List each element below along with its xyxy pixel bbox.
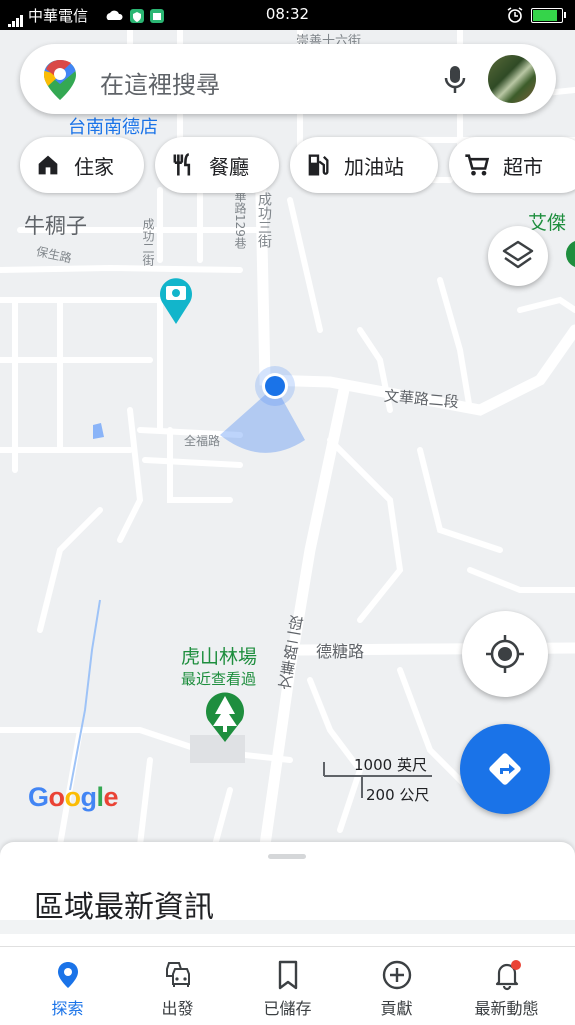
nav-explore-label: 探索 bbox=[51, 999, 84, 1018]
directions-icon bbox=[489, 753, 521, 785]
sheet-divider bbox=[0, 920, 575, 934]
forest-subtitle: 最近查看過 bbox=[181, 670, 257, 688]
avatar[interactable] bbox=[488, 55, 536, 103]
search-bar[interactable]: 在這裡搜尋 bbox=[20, 44, 556, 114]
forest-name[interactable]: 虎山林場 bbox=[181, 642, 257, 669]
alarm-icon bbox=[507, 7, 523, 23]
nav-explore[interactable]: 探索 bbox=[10, 947, 125, 1025]
nav-contribute[interactable]: 貢獻 bbox=[339, 947, 454, 1025]
map-label-chenggong2: 成功二街 bbox=[141, 218, 155, 266]
scale-metric: 200 公尺 bbox=[366, 786, 430, 804]
map-label-place-top: 台南南德店 bbox=[68, 117, 158, 138]
location-target-icon bbox=[486, 635, 524, 673]
google-logo: Google bbox=[28, 782, 119, 812]
bottom-sheet[interactable]: 區域最新資訊 bbox=[0, 842, 575, 946]
chip-supermarket[interactable]: 超市 bbox=[449, 137, 575, 193]
chip-home-label: 住家 bbox=[74, 154, 114, 179]
mic-icon[interactable] bbox=[440, 64, 470, 94]
search-input[interactable]: 在這裡搜尋 bbox=[100, 65, 220, 100]
status-bar: 中華電信 08:32 bbox=[0, 0, 575, 30]
nav-updates-label: 最新動態 bbox=[474, 999, 539, 1018]
chip-restaurant[interactable]: 餐廳 bbox=[155, 137, 279, 193]
add-circle-icon bbox=[382, 960, 412, 990]
map-label-lane: 華路129巷 bbox=[233, 190, 247, 249]
map-label-detang: 德糖路 bbox=[316, 642, 365, 661]
battery-icon bbox=[531, 8, 566, 23]
map-label-chenggong3: 成功三街 bbox=[256, 192, 272, 248]
nav-go-label: 出發 bbox=[161, 999, 194, 1018]
bookmark-icon bbox=[278, 960, 298, 990]
chip-gas-station[interactable]: 加油站 bbox=[290, 137, 438, 193]
maps-logo-icon bbox=[44, 60, 76, 100]
map-label-niuchouzi: 牛稠子 bbox=[24, 214, 87, 238]
my-location-button[interactable] bbox=[462, 611, 548, 697]
restaurant-icon bbox=[173, 153, 191, 176]
gas-station-icon bbox=[308, 154, 329, 176]
chip-home[interactable]: 住家 bbox=[20, 137, 144, 193]
chip-gas-station-label: 加油站 bbox=[344, 154, 404, 179]
nav-go[interactable]: 出發 bbox=[120, 947, 235, 1025]
nav-updates[interactable]: 最新動態 bbox=[449, 947, 564, 1025]
nav-saved[interactable]: 已儲存 bbox=[230, 947, 345, 1025]
clock: 08:32 bbox=[265, 5, 310, 23]
map-label-quanfu: 全福路 bbox=[184, 434, 221, 448]
sheet-drag-handle[interactable] bbox=[268, 854, 306, 859]
layers-icon bbox=[502, 240, 534, 269]
cart-icon bbox=[465, 154, 490, 176]
bottom-navigation: 探索 出發 已儲存 貢獻 最新動態 bbox=[0, 946, 575, 1025]
nav-saved-label: 已儲存 bbox=[263, 999, 312, 1018]
car-icon bbox=[166, 962, 190, 987]
scale-imperial: 1000 英尺 bbox=[354, 756, 427, 774]
notification-bell-icon bbox=[495, 960, 521, 991]
home-icon bbox=[38, 155, 58, 175]
layers-button[interactable] bbox=[488, 226, 548, 286]
explore-pin-icon bbox=[58, 962, 78, 988]
chip-supermarket-label: 超市 bbox=[503, 154, 543, 179]
nav-contribute-label: 貢獻 bbox=[380, 999, 413, 1018]
chip-restaurant-label: 餐廳 bbox=[209, 154, 249, 179]
directions-button[interactable] bbox=[460, 724, 550, 814]
